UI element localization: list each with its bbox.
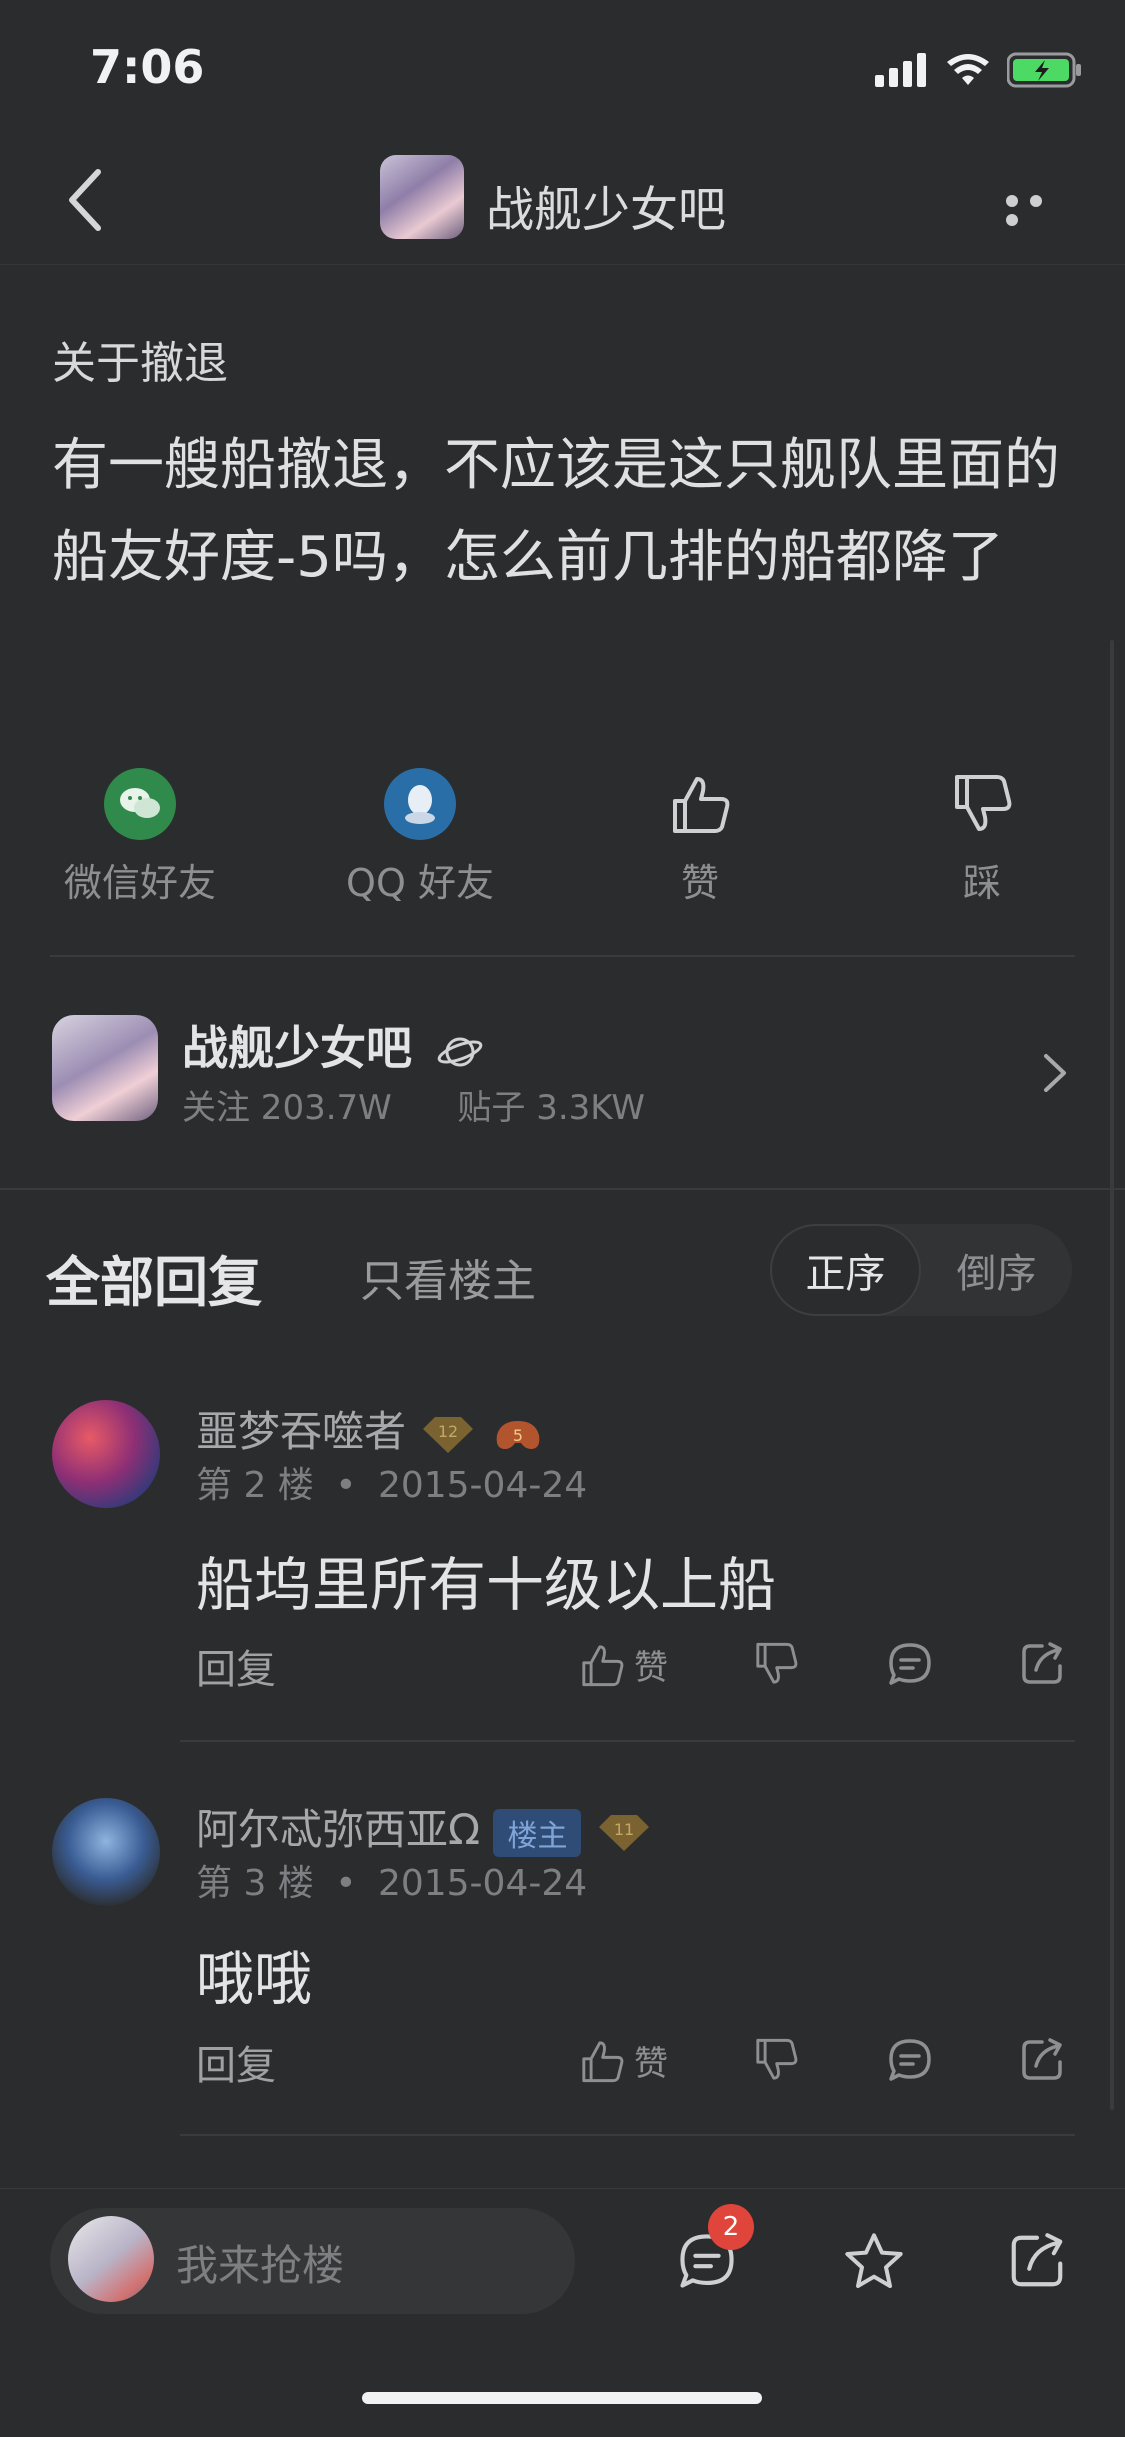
post-body: 有一艘船撤退，不应该是这只舰队里面的船友好度-5吗，怎么前几排的船都降了 [52, 433, 1060, 590]
reply-content: 哦哦 [196, 1945, 313, 2013]
reply-date: 2015-04-24 [377, 1465, 588, 1506]
reply-username-row: 噩梦吞噬者 12 5 [196, 1398, 545, 1459]
home-indicator[interactable] [362, 2392, 762, 2404]
reply-content: 船坞里所有十级以上船 [196, 1551, 777, 1619]
comment-count-badge: 2 [708, 2204, 754, 2250]
level-badge-icon: 12 [423, 1416, 474, 1453]
sort-descending-button[interactable]: 倒序 [921, 1224, 1072, 1316]
thumbs-up-icon [582, 2040, 624, 2082]
like-post-button[interactable]: 赞 [600, 760, 800, 907]
reply-date: 2015-04-24 [377, 1863, 588, 1904]
forum-followers: 关注 203.7W [182, 1088, 392, 1128]
reply-username[interactable]: 阿尔忒弥西亚Ω [196, 1805, 480, 1854]
share-icon[interactable] [1018, 2036, 1066, 2084]
cellular-signal-icon [875, 53, 926, 87]
wechat-icon [104, 768, 176, 840]
forum-avatar [52, 1015, 158, 1121]
post-title: 关于撤退 [52, 338, 228, 389]
status-icons [875, 50, 1083, 90]
sort-ascending-button[interactable]: 正序 [770, 1224, 921, 1316]
avatar[interactable] [52, 1798, 160, 1906]
dislike-post-button[interactable]: 踩 [882, 760, 1082, 907]
qq-icon [384, 768, 456, 840]
owner-badge: 楼主 [493, 1808, 582, 1857]
game-badge-text: 5 [513, 1426, 523, 1445]
sort-toggle: 正序 倒序 [770, 1224, 1072, 1316]
forum-name: 战舰少女吧 [182, 1012, 484, 1078]
level-badge-icon: 11 [598, 1814, 649, 1851]
tab-all-replies[interactable]: 全部回复 [46, 1238, 262, 1317]
section-divider [0, 1188, 1125, 1190]
like-label: 赞 [634, 1648, 668, 1688]
battery-charging-icon [1007, 52, 1081, 88]
reply-input-placeholder[interactable]: 我来抢楼 [176, 2232, 344, 2293]
star-icon[interactable] [842, 2230, 906, 2294]
divider [50, 955, 1075, 957]
chevron-right-icon[interactable] [1040, 1050, 1070, 1096]
back-button[interactable] [58, 160, 118, 240]
reply-floor: 第 2 楼 [196, 1465, 314, 1506]
level-badge-text: 11 [614, 1820, 634, 1839]
nav-title[interactable]: 战舰少女吧 [486, 170, 726, 240]
avatar [68, 2216, 154, 2302]
divider [180, 1740, 1075, 1742]
reply-actions: 回复 赞 [196, 2032, 1076, 2092]
reply-username[interactable]: 噩梦吞噬者 [196, 1407, 406, 1456]
forum-card[interactable] [0, 960, 1125, 1190]
reply-username-row: 阿尔忒弥西亚Ω 楼主 11 [196, 1796, 653, 1857]
forum-avatar-small[interactable] [380, 155, 464, 239]
reply-actions: 回复 赞 [196, 1636, 1076, 1696]
reply-button[interactable]: 回复 [196, 2033, 276, 2091]
thumbs-up-icon [582, 1644, 624, 1686]
reply-item: 噩梦吞噬者 12 5 第 2 楼 • 2015-04-24 船坞里所有十级以上船… [0, 1390, 1125, 1730]
share-label: 赞 [680, 861, 719, 905]
divider [180, 2134, 1075, 2136]
reply-meta: 第 3 楼 • 2015-04-24 [196, 1863, 588, 1904]
reply-floor: 第 3 楼 [196, 1863, 314, 1904]
like-reply-button[interactable]: 赞 [578, 2036, 668, 2085]
share-wechat-button[interactable]: 微信好友 [40, 760, 240, 907]
thumbs-down-icon[interactable] [752, 2036, 800, 2084]
comment-icon[interactable] [886, 1640, 934, 1688]
share-icon[interactable] [1018, 1640, 1066, 1688]
share-row: 微信好友 QQ 好友 赞 踩 [0, 760, 1125, 905]
reply-button[interactable]: 回复 [196, 1637, 276, 1695]
thumbs-down-icon [946, 768, 1018, 840]
game-badge-icon: 5 [496, 1420, 540, 1449]
planet-icon [437, 1037, 483, 1066]
scrollbar[interactable] [1110, 640, 1114, 2110]
reply-item: 阿尔忒弥西亚Ω 楼主 11 第 3 楼 • 2015-04-24 哦哦 回复 赞 [0, 1788, 1125, 2128]
forum-posts: 贴子 3.3KW [457, 1088, 645, 1128]
status-time: 7:06 [90, 40, 205, 94]
share-icon[interactable] [1006, 2230, 1068, 2292]
level-badge-text: 12 [438, 1422, 458, 1441]
share-label: QQ 好友 [346, 861, 494, 905]
share-qq-button[interactable]: QQ 好友 [320, 760, 520, 907]
wifi-icon [947, 54, 989, 85]
forum-stats: 关注 203.7W 贴子 3.3KW [182, 1080, 645, 1129]
avatar[interactable] [52, 1400, 160, 1508]
thumbs-up-icon [664, 768, 736, 840]
thumbs-down-icon[interactable] [752, 1640, 800, 1688]
comment-icon[interactable] [886, 2036, 934, 2084]
like-reply-button[interactable]: 赞 [578, 1640, 668, 1689]
share-label: 微信好友 [63, 861, 216, 905]
reply-meta: 第 2 楼 • 2015-04-24 [196, 1465, 588, 1506]
share-label: 踩 [962, 861, 1001, 905]
tab-op-only[interactable]: 只看楼主 [360, 1245, 536, 1309]
like-label: 赞 [634, 2044, 668, 2084]
more-icon[interactable] [1006, 192, 1070, 226]
